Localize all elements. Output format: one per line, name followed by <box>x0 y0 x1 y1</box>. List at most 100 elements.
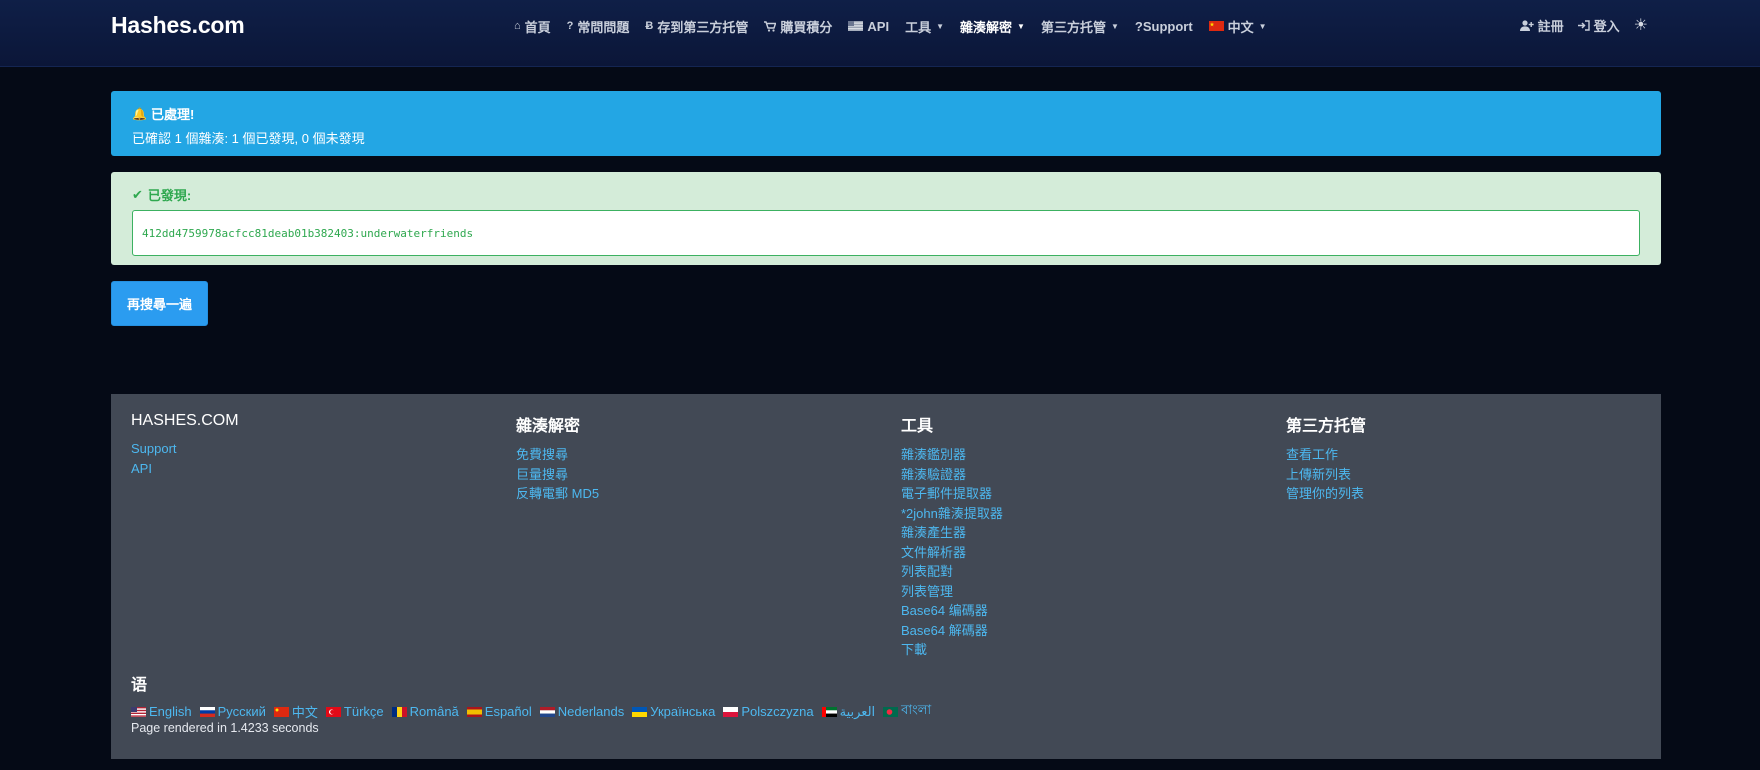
lang-label: Українська <box>650 704 716 719</box>
lang-bengali[interactable]: বাংলা <box>883 701 931 722</box>
footer-link-manage-lists[interactable]: 管理你的列表 <box>1286 484 1366 504</box>
lang-english[interactable]: English <box>131 704 192 719</box>
china-flag-icon <box>1208 21 1224 31</box>
nav-tools-dropdown[interactable]: 工具 ▼ <box>905 17 944 36</box>
nav-home[interactable]: ⌂ 首頁 <box>514 17 551 36</box>
nav-buy-credits[interactable]: 購買積分 <box>764 17 832 36</box>
lang-ukrainian[interactable]: Українська <box>632 704 715 719</box>
nav-language-dropdown[interactable]: 中文 ▼ <box>1208 17 1267 36</box>
search-again-button[interactable]: 再搜尋一遍 <box>111 281 208 326</box>
spain-flag-icon <box>466 706 482 717</box>
lang-chinese[interactable]: 中文 <box>273 702 318 721</box>
language-list: English Русский 中文 Türkçe Română Español… <box>131 701 939 722</box>
nav-decrypt-label: 雜湊解密 <box>960 19 1013 35</box>
nav-support-label: ?Support <box>1134 18 1193 34</box>
nav-login[interactable]: 登入 <box>1577 16 1620 35</box>
lang-polish[interactable]: Polszczyzna <box>723 704 814 719</box>
nav-decrypt-dropdown[interactable]: 雜湊解密 ▼ <box>960 17 1025 36</box>
home-icon: ⌂ <box>514 20 521 32</box>
lang-label: English <box>149 704 192 719</box>
footer-link-email-extractor[interactable]: 電子郵件提取器 <box>901 484 1003 504</box>
question-icon: ? <box>566 20 574 32</box>
found-result-box[interactable]: 412dd4759978acfcc81deab01b382403:underwa… <box>132 210 1640 256</box>
footer-col-decrypt: 雜湊解密 免費搜尋 巨量搜尋 反轉電郵 MD5 <box>516 412 599 504</box>
caret-down-icon: ▼ <box>1258 21 1267 31</box>
sign-in-icon <box>1577 19 1590 31</box>
nav-escrow-label: 第三方托管 <box>1040 19 1106 35</box>
lang-russian[interactable]: Русский <box>199 704 266 719</box>
us-flag-icon <box>848 21 864 31</box>
footer: HASHES.COM Support API 雜湊解密 免費搜尋 巨量搜尋 反轉… <box>111 394 1661 759</box>
page-render-time: Page rendered in 1.4233 seconds <box>131 721 319 735</box>
nav-tools-label: 工具 <box>905 19 932 35</box>
footer-col-escrow: 第三方托管 查看工作 上傳新列表 管理你的列表 <box>1286 412 1366 504</box>
nav-register-label: 註冊 <box>1537 18 1564 34</box>
footer-col-hashes: HASHES.COM Support API <box>131 412 239 478</box>
check-icon: ✔ <box>132 186 143 202</box>
lang-label: Русский <box>217 704 266 719</box>
uae-flag-icon <box>821 706 837 717</box>
lang-romanian[interactable]: Română <box>391 704 459 719</box>
top-navbar: Hashes.com ⌂ 首頁 ? 常問問題 Ƀ 存到第三方托管 購買積分 AP… <box>0 0 1760 67</box>
nav-support[interactable]: ?Support <box>1135 19 1193 34</box>
netherlands-flag-icon <box>539 706 555 717</box>
lang-label: 中文 <box>291 705 318 720</box>
brand-logo[interactable]: Hashes.com <box>111 12 245 39</box>
lang-spanish[interactable]: Español <box>466 704 532 719</box>
found-alert-title-text: 已發現: <box>147 188 192 203</box>
us-flag-icon <box>131 706 146 717</box>
footer-link-list-matcher[interactable]: 列表配對 <box>901 562 1003 582</box>
nav-escrow-dropdown[interactable]: 第三方托管 ▼ <box>1041 17 1119 36</box>
found-alert-title: ✔ 已發現: <box>132 185 1640 204</box>
nav-language-label: 中文 <box>1227 19 1254 35</box>
footer-col-tools: 工具 雜湊鑑別器 雜湊驗證器 電子郵件提取器 *2john雜湊提取器 雜湊產生器… <box>901 412 1003 660</box>
theme-toggle-button[interactable]: ☀ <box>1634 15 1648 35</box>
nav-api-label: API <box>867 18 890 34</box>
lang-label: Nederlands <box>557 704 625 719</box>
footer-link-hash-generator[interactable]: 雜湊產生器 <box>901 523 1003 543</box>
nav-register[interactable]: 註冊 <box>1519 16 1564 35</box>
lang-label: Español <box>484 704 532 719</box>
footer-link-hash-identifier[interactable]: 雜湊鑑別器 <box>901 445 1003 465</box>
languages-title: 语 <box>131 677 148 694</box>
footer-link-api[interactable]: API <box>131 459 239 479</box>
bell-icon: 🔔 <box>132 106 147 121</box>
footer-link-reverse-email-md5[interactable]: 反轉電郵 MD5 <box>516 484 599 504</box>
ukraine-flag-icon <box>632 706 648 717</box>
footer-link-support[interactable]: Support <box>131 439 239 459</box>
footer-link-base64-decoder[interactable]: Base64 解碼器 <box>901 621 1003 641</box>
lang-arabic[interactable]: العربية <box>821 704 875 720</box>
processed-alert-title: 🔔 已處理! <box>132 104 1640 123</box>
footer-link-view-jobs[interactable]: 查看工作 <box>1286 445 1366 465</box>
footer-col-title: 雜湊解密 <box>516 418 581 435</box>
footer-link-mass-search[interactable]: 巨量搜尋 <box>516 465 599 485</box>
nav-escrow-deposit[interactable]: Ƀ 存到第三方托管 <box>645 17 748 36</box>
footer-link-list-manager[interactable]: 列表管理 <box>901 582 1003 602</box>
user-nav: 註冊 登入 ☀ <box>1519 15 1648 35</box>
nav-faq[interactable]: ? 常問問題 <box>567 17 630 36</box>
bitcoin-icon: Ƀ <box>645 20 654 32</box>
footer-link-download[interactable]: 下載 <box>901 640 1003 660</box>
romania-flag-icon <box>391 706 407 717</box>
footer-link-base64-encoder[interactable]: Base64 编碼器 <box>901 601 1003 621</box>
footer-link-2john-extractor[interactable]: *2john雜湊提取器 <box>901 504 1003 524</box>
processed-alert-text: 已確認 1 個雜湊: 1 個已發現, 0 個未發現 <box>132 131 365 146</box>
lang-turkish[interactable]: Türkçe <box>325 704 384 719</box>
nav-escrow-deposit-label: 存到第三方托管 <box>657 19 749 35</box>
nav-api[interactable]: API <box>848 19 889 34</box>
caret-down-icon: ▼ <box>1017 21 1025 31</box>
processed-alert-title-text: 已處理! <box>150 107 195 122</box>
lang-dutch[interactable]: Nederlands <box>539 704 625 719</box>
footer-link-hash-verifier[interactable]: 雜湊驗證器 <box>901 465 1003 485</box>
footer-link-free-search[interactable]: 免費搜尋 <box>516 445 599 465</box>
turkey-flag-icon <box>325 706 341 717</box>
found-result-text: 412dd4759978acfcc81deab01b382403:underwa… <box>142 226 474 240</box>
found-alert: ✔ 已發現: 412dd4759978acfcc81deab01b382403:… <box>111 172 1661 265</box>
caret-down-icon: ▼ <box>1110 21 1119 31</box>
cart-icon <box>764 20 777 32</box>
footer-link-upload-list[interactable]: 上傳新列表 <box>1286 465 1366 485</box>
footer-link-file-parser[interactable]: 文件解析器 <box>901 543 1003 563</box>
lang-label: Türkçe <box>343 704 384 719</box>
russia-flag-icon <box>199 706 215 717</box>
bangladesh-flag-icon <box>883 706 899 717</box>
